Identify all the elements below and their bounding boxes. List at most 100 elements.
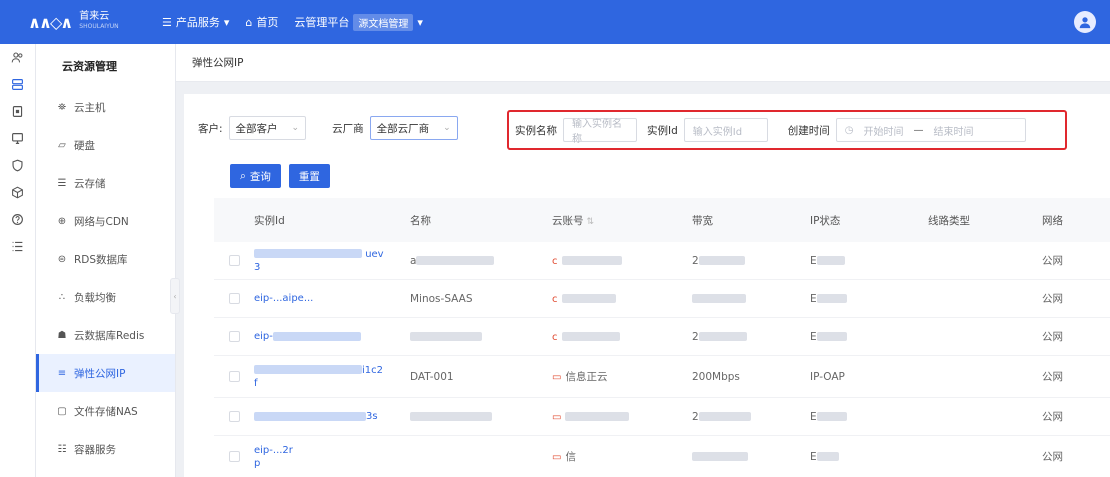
platform-badge: 源文档管理 (353, 13, 414, 31)
rail-server-icon[interactable] (0, 71, 35, 98)
main-area: 弹性公网IP 客户: 全部客户 ⌄ 云厂商 全部云厂商 ⌄ 实例名称 输入实例名… (176, 44, 1110, 477)
vendor-select[interactable]: 全部云厂商 ⌄ (369, 116, 458, 140)
menu-item-label: 弹性公网IP (74, 367, 126, 380)
row-checkbox[interactable] (228, 331, 240, 342)
chevron-down-icon: ▾ (417, 15, 423, 29)
range-separator: — (913, 124, 924, 136)
created-time-range[interactable]: ◷ 开始时间 — 结束时间 (835, 118, 1026, 142)
cloud-vendor-icon: ▭ (552, 452, 562, 463)
header-account[interactable]: 云账号 ⇅ (552, 213, 692, 228)
bandwidth-cell (692, 451, 810, 463)
table-row[interactable]: i1c2 f DAT-001 ▭ 信息正云 200Mbps IP-OAP 公网 (214, 356, 1110, 398)
rail-cube-icon[interactable] (0, 179, 35, 206)
rail-help-icon[interactable] (0, 206, 35, 233)
eip-table: 实例Id 名称 云账号 ⇅ 带宽 IP状态 线路类型 网络 uev 3 a c 2 … (214, 198, 1110, 477)
row-checkbox[interactable] (228, 293, 240, 304)
instance-id-link[interactable]: i1c2 f (254, 364, 410, 390)
instance-id-input[interactable]: 输入实例Id (683, 118, 768, 142)
menu-item-redis[interactable]: ☗ 云数据库Redis (36, 316, 175, 354)
menu-item-elastic-ip[interactable]: ≡ 弹性公网IP (36, 354, 175, 392)
row-checkbox[interactable] (228, 255, 240, 266)
account-cell: ▭ 信息正云 (552, 371, 608, 383)
start-time-input[interactable]: 开始时间 (864, 123, 904, 138)
rail-monitor-icon[interactable] (0, 125, 35, 152)
chevron-down-icon: ⌄ (291, 123, 300, 133)
logo[interactable]: ∧∧◇∧ 首来云 SHOULAIYUN (0, 12, 150, 32)
name-cell: DAT-001 (410, 370, 454, 383)
ip-icon: ≡ (57, 367, 67, 379)
table-row[interactable]: eip-...aipe... Minos-SAAS c E 公网 (214, 280, 1110, 318)
header-network: 网络 (1042, 214, 1063, 227)
menu-item-label: 云主机 (74, 101, 106, 114)
name-cell: Minos-SAAS (410, 292, 473, 305)
instance-id-label: 实例Id (647, 124, 678, 137)
header-line-type: 线路类型 (928, 214, 970, 227)
table-row[interactable]: eip- c 2 E 公网 (214, 318, 1110, 356)
instance-id-link[interactable]: 3s (254, 410, 410, 423)
reset-button[interactable]: 重置 (288, 164, 330, 188)
menu-item-rds[interactable]: ⊜ RDS数据库 (36, 240, 175, 278)
menu-item-nas[interactable]: ▢ 文件存储NAS (36, 392, 175, 430)
content-panel: 客户: 全部客户 ⌄ 云厂商 全部云厂商 ⌄ 实例名称 输入实例名称 实例Id … (184, 94, 1110, 477)
menu-item-cloud-host[interactable]: ⛯ 云主机 (36, 88, 175, 126)
nav-home[interactable]: ⌂ 首页 (245, 14, 278, 30)
menu-item-disk[interactable]: ▱ 硬盘 (36, 126, 175, 164)
row-checkbox[interactable] (228, 451, 240, 462)
status-cell: E (810, 293, 928, 305)
menu-item-label: 云存储 (74, 177, 106, 190)
row-checkbox[interactable] (228, 411, 240, 422)
instance-id-link[interactable]: uev 3 (254, 248, 410, 274)
name-cell: a (410, 255, 552, 267)
network-icon: ⊕ (57, 215, 67, 227)
table-row[interactable]: 3s ▭ 2 E 公网 (214, 398, 1110, 436)
instance-id-link[interactable]: eip- (254, 330, 410, 343)
menu-item-label: RDS数据库 (74, 253, 128, 266)
logo-subtitle: SHOULAIYUN (79, 23, 119, 30)
nav-home-label: 首页 (256, 16, 279, 29)
top-nav: ☰ 产品服务 ▾ ⌂ 首页 云管理平台 源文档管理 ▾ (150, 13, 423, 31)
rail-document-icon[interactable] (0, 98, 35, 125)
menu-item-label: 负载均衡 (74, 291, 116, 304)
table-row[interactable]: eip-...2r p ▭ 信 E 公网 (214, 436, 1110, 477)
avatar[interactable] (1074, 11, 1096, 33)
account-cell: c (552, 293, 692, 305)
menu-item-load-balancer[interactable]: ∴ 负载均衡 (36, 278, 175, 316)
icon-rail (0, 44, 36, 477)
name-cell (410, 331, 552, 343)
nav-products-label: 产品服务 (175, 16, 220, 29)
network-cell: 公网 (1042, 411, 1063, 423)
account-cell: c (552, 331, 692, 343)
instance-name-label: 实例名称 (515, 124, 557, 137)
rail-list-icon[interactable] (0, 233, 35, 260)
menu-item-network-cdn[interactable]: ⊕ 网络与CDN (36, 202, 175, 240)
menu-icon: ☰ (162, 15, 172, 29)
name-cell (410, 411, 552, 423)
menu-title: 云资源管理 (62, 60, 117, 73)
instance-id-link[interactable]: eip-...aipe... (254, 292, 410, 305)
chevron-down-icon: ▾ (223, 15, 230, 29)
nav-platform[interactable]: 云管理平台 源文档管理 ▾ (294, 13, 423, 31)
menu-item-cloud-storage[interactable]: ☰ 云存储 (36, 164, 175, 202)
network-cell: 公网 (1042, 451, 1063, 463)
customer-select[interactable]: 全部客户 ⌄ (228, 116, 307, 140)
row-checkbox[interactable] (228, 371, 240, 382)
end-time-input[interactable]: 结束时间 (934, 123, 974, 138)
cloud-vendor-icon: ▭ (552, 372, 562, 383)
nav-products[interactable]: ☰ 产品服务 ▾ (162, 14, 229, 30)
top-navbar: ∧∧◇∧ 首来云 SHOULAIYUN ☰ 产品服务 ▾ ⌂ 首页 云管理平台 … (0, 0, 1110, 44)
action-buttons: ⌕ 查询 重置 (230, 164, 330, 188)
redis-icon: ☗ (57, 329, 67, 341)
instance-name-input[interactable]: 输入实例名称 (563, 118, 637, 145)
menu-item-container[interactable]: ☷ 容器服务 (36, 430, 175, 468)
query-button[interactable]: ⌕ 查询 (230, 164, 281, 188)
container-icon: ☷ (57, 443, 67, 455)
filter-icon[interactable]: ⇅ (587, 217, 595, 227)
query-button-label: 查询 (249, 170, 271, 183)
network-cell: 公网 (1042, 331, 1063, 343)
table-row[interactable]: uev 3 a c 2 E 公网 (214, 242, 1110, 280)
rail-shield-icon[interactable] (0, 152, 35, 179)
rail-users-icon[interactable] (0, 44, 35, 71)
instance-id-link[interactable]: eip-...2r p (254, 444, 410, 470)
account-cell: ▭ 信 (552, 451, 576, 463)
customer-select-value: 全部客户 (235, 122, 278, 135)
